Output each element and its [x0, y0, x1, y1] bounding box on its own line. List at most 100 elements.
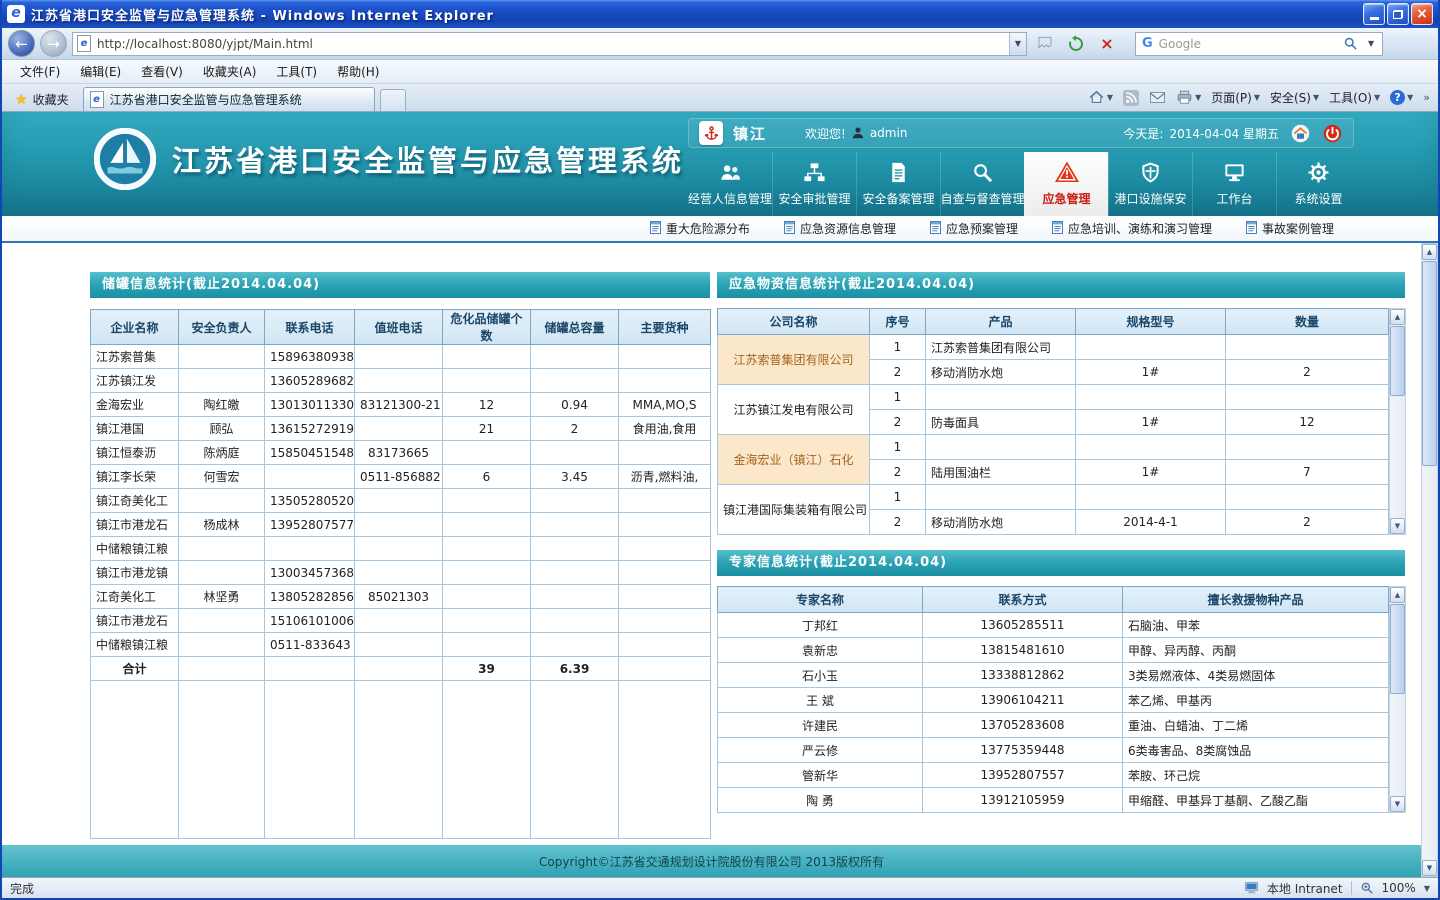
- cell: 13338812862: [923, 663, 1123, 688]
- cell: [531, 345, 619, 369]
- search-box[interactable]: G Google ▼: [1135, 32, 1383, 56]
- help-button[interactable]: ?▼: [1390, 90, 1413, 105]
- column-header: 联系电话: [265, 310, 355, 345]
- nav-item-8[interactable]: 系统设置: [1276, 152, 1360, 216]
- menu-item-2[interactable]: 编辑(E): [70, 60, 131, 83]
- cell: 1#: [1076, 460, 1226, 485]
- search-dropdown[interactable]: ▼: [1368, 39, 1382, 48]
- table-row[interactable]: 王 斌13906104211苯乙烯、甲基丙: [718, 688, 1389, 713]
- table-row[interactable]: 镇江奇美化工13505280520: [91, 489, 711, 513]
- menu-item-5[interactable]: 工具(T): [266, 60, 327, 83]
- scroll-down-button[interactable]: ▼: [1422, 860, 1437, 876]
- menu-item-6[interactable]: 帮助(H): [327, 60, 389, 83]
- menu-item-3[interactable]: 查看(V): [131, 60, 193, 83]
- table-row[interactable]: 镇江市港龙石15106101006: [91, 609, 711, 633]
- nav-item-6[interactable]: 港口设施保安: [1108, 152, 1192, 216]
- nav-item-4[interactable]: 自查与督查管理: [940, 152, 1024, 216]
- home-button[interactable]: ▼: [1088, 89, 1113, 106]
- refresh-button[interactable]: [1063, 31, 1089, 57]
- address-dropdown[interactable]: ▼: [1009, 33, 1026, 55]
- forward-button[interactable]: →: [40, 30, 67, 57]
- search-button[interactable]: [1338, 33, 1362, 55]
- supplies-scrollbar[interactable]: ▲ ▼: [1389, 308, 1406, 535]
- submenu-item-4[interactable]: 应急培训、演练和演习管理: [1052, 220, 1212, 237]
- scroll-down-button[interactable]: ▼: [1390, 518, 1405, 534]
- table-row[interactable]: 镇江市港龙镇13003457368: [91, 561, 711, 585]
- submenu-item-2[interactable]: 应急资源信息管理: [784, 220, 896, 237]
- settings-icon: [1307, 159, 1330, 185]
- table-row[interactable]: 管新华13952807557苯胺、环己烷: [718, 763, 1389, 788]
- back-button[interactable]: ←: [8, 30, 35, 57]
- table-row[interactable]: 江苏镇江发13605289682: [91, 369, 711, 393]
- page-menu-button[interactable]: 页面(P)▼: [1211, 89, 1260, 106]
- browser-tab[interactable]: e 江苏省港口安全监管与应急管理系统: [83, 87, 375, 111]
- table-row[interactable]: 严云修137753594486类毒害品、8类腐蚀品: [718, 738, 1389, 763]
- table-row[interactable]: 金海宏业陶红皦1301301133083121300-21120.94MMA,M…: [91, 393, 711, 417]
- close-button[interactable]: ×: [1411, 3, 1433, 25]
- scroll-up-button[interactable]: ▲: [1390, 309, 1405, 325]
- home-shortcut-icon[interactable]: [1289, 122, 1311, 144]
- tools-menu-button[interactable]: 工具(O)▼: [1329, 89, 1380, 106]
- nav-item-7[interactable]: 工作台: [1192, 152, 1276, 216]
- cell: 15106101006: [265, 609, 355, 633]
- scroll-thumb[interactable]: [1422, 261, 1437, 466]
- table-row[interactable]: 镇江李长荣何雪宏0511-85688263.45沥青,燃料油,: [91, 465, 711, 489]
- date-group: 今天是: 2014-04-04 星期五: [1123, 125, 1279, 142]
- table-row[interactable]: 丁邦红13605285511石脑油、甲苯: [718, 613, 1389, 638]
- cell: [619, 609, 711, 633]
- submenu-item-5[interactable]: 事故案例管理: [1246, 220, 1334, 237]
- main-vertical-scrollbar[interactable]: ▲ ▼: [1421, 243, 1438, 877]
- google-icon: G: [1142, 36, 1153, 51]
- table-row[interactable]: 中储粮镇江粮: [91, 537, 711, 561]
- submenu-item-1[interactable]: 重大危险源分布: [650, 220, 750, 237]
- cell: 食用油,食用: [619, 417, 711, 441]
- table-row[interactable]: 江苏索普集15896380938: [91, 345, 711, 369]
- feeds-button[interactable]: [1123, 90, 1139, 106]
- nav-item-label: 经营人信息管理: [688, 190, 772, 207]
- zoom-level[interactable]: 100%: [1382, 881, 1416, 895]
- restore-button[interactable]: [1387, 3, 1409, 25]
- company-cell: 金海宏业（镇江）石化: [718, 435, 870, 485]
- table-row[interactable]: 许建民13705283608重油、白蜡油、丁二烯: [718, 713, 1389, 738]
- table-row[interactable]: 江奇美化工林坚勇1380528285685021303: [91, 585, 711, 609]
- new-tab-button[interactable]: [380, 89, 406, 111]
- menu-item-1[interactable]: 文件(F): [10, 60, 70, 83]
- table-row[interactable]: 陶 勇13912105959甲缩醛、甲基异丁基酮、乙酸乙酯: [718, 788, 1389, 813]
- table-row[interactable]: 镇江港国际集装箱有限公司1: [718, 485, 1389, 510]
- address-field[interactable]: e http://localhost:8080/yjpt/Main.html ▼: [72, 32, 1027, 56]
- table-row[interactable]: 镇江市港龙石杨成林13952807577: [91, 513, 711, 537]
- overflow-chevron[interactable]: »: [1423, 91, 1430, 104]
- nav-item-1[interactable]: 经营人信息管理: [688, 152, 772, 216]
- stop-button[interactable]: ×: [1094, 31, 1120, 57]
- scroll-down-button[interactable]: ▼: [1390, 796, 1405, 812]
- logout-power-icon[interactable]: [1321, 122, 1343, 144]
- print-button[interactable]: ▼: [1176, 89, 1201, 106]
- cell: [179, 609, 265, 633]
- scroll-up-button[interactable]: ▲: [1390, 587, 1405, 603]
- table-row[interactable]: 江苏索普集团有限公司1江苏索普集团有限公司: [718, 335, 1389, 360]
- compatibility-view-icon[interactable]: [1032, 31, 1058, 57]
- cell: 2: [870, 510, 926, 535]
- submenu-item-3[interactable]: 应急预案管理: [930, 220, 1018, 237]
- table-row[interactable]: 镇江恒泰沥陈炳庭1585045154883173665: [91, 441, 711, 465]
- table-row[interactable]: 江苏镇江发电有限公司1: [718, 385, 1389, 410]
- mail-button[interactable]: [1149, 89, 1166, 106]
- nav-item-2[interactable]: 安全审批管理: [772, 152, 856, 216]
- scroll-thumb[interactable]: [1390, 604, 1405, 694]
- scroll-thumb[interactable]: [1390, 326, 1405, 396]
- nav-item-5[interactable]: 应急管理: [1024, 152, 1108, 216]
- column-header: 危化品储罐个数: [443, 310, 531, 345]
- zoom-dropdown[interactable]: ▼: [1424, 884, 1430, 893]
- table-row[interactable]: 石小玉133388128623类易燃液体、4类易燃固体: [718, 663, 1389, 688]
- safety-menu-button[interactable]: 安全(S)▼: [1270, 89, 1319, 106]
- table-row[interactable]: 镇江港国顾弘13615272919212食用油,食用: [91, 417, 711, 441]
- scroll-up-button[interactable]: ▲: [1422, 244, 1437, 260]
- table-row[interactable]: 袁新忠13815481610甲醇、异丙醇、丙酮: [718, 638, 1389, 663]
- table-row[interactable]: 中储粮镇江粮0511-833643: [91, 633, 711, 657]
- favorites-button[interactable]: ★ 收藏夹: [6, 88, 78, 111]
- experts-scrollbar[interactable]: ▲ ▼: [1389, 586, 1406, 813]
- table-row[interactable]: 金海宏业（镇江）石化1: [718, 435, 1389, 460]
- menu-item-4[interactable]: 收藏夹(A): [193, 60, 267, 83]
- nav-item-3[interactable]: 安全备案管理: [856, 152, 940, 216]
- minimize-button[interactable]: [1363, 3, 1385, 25]
